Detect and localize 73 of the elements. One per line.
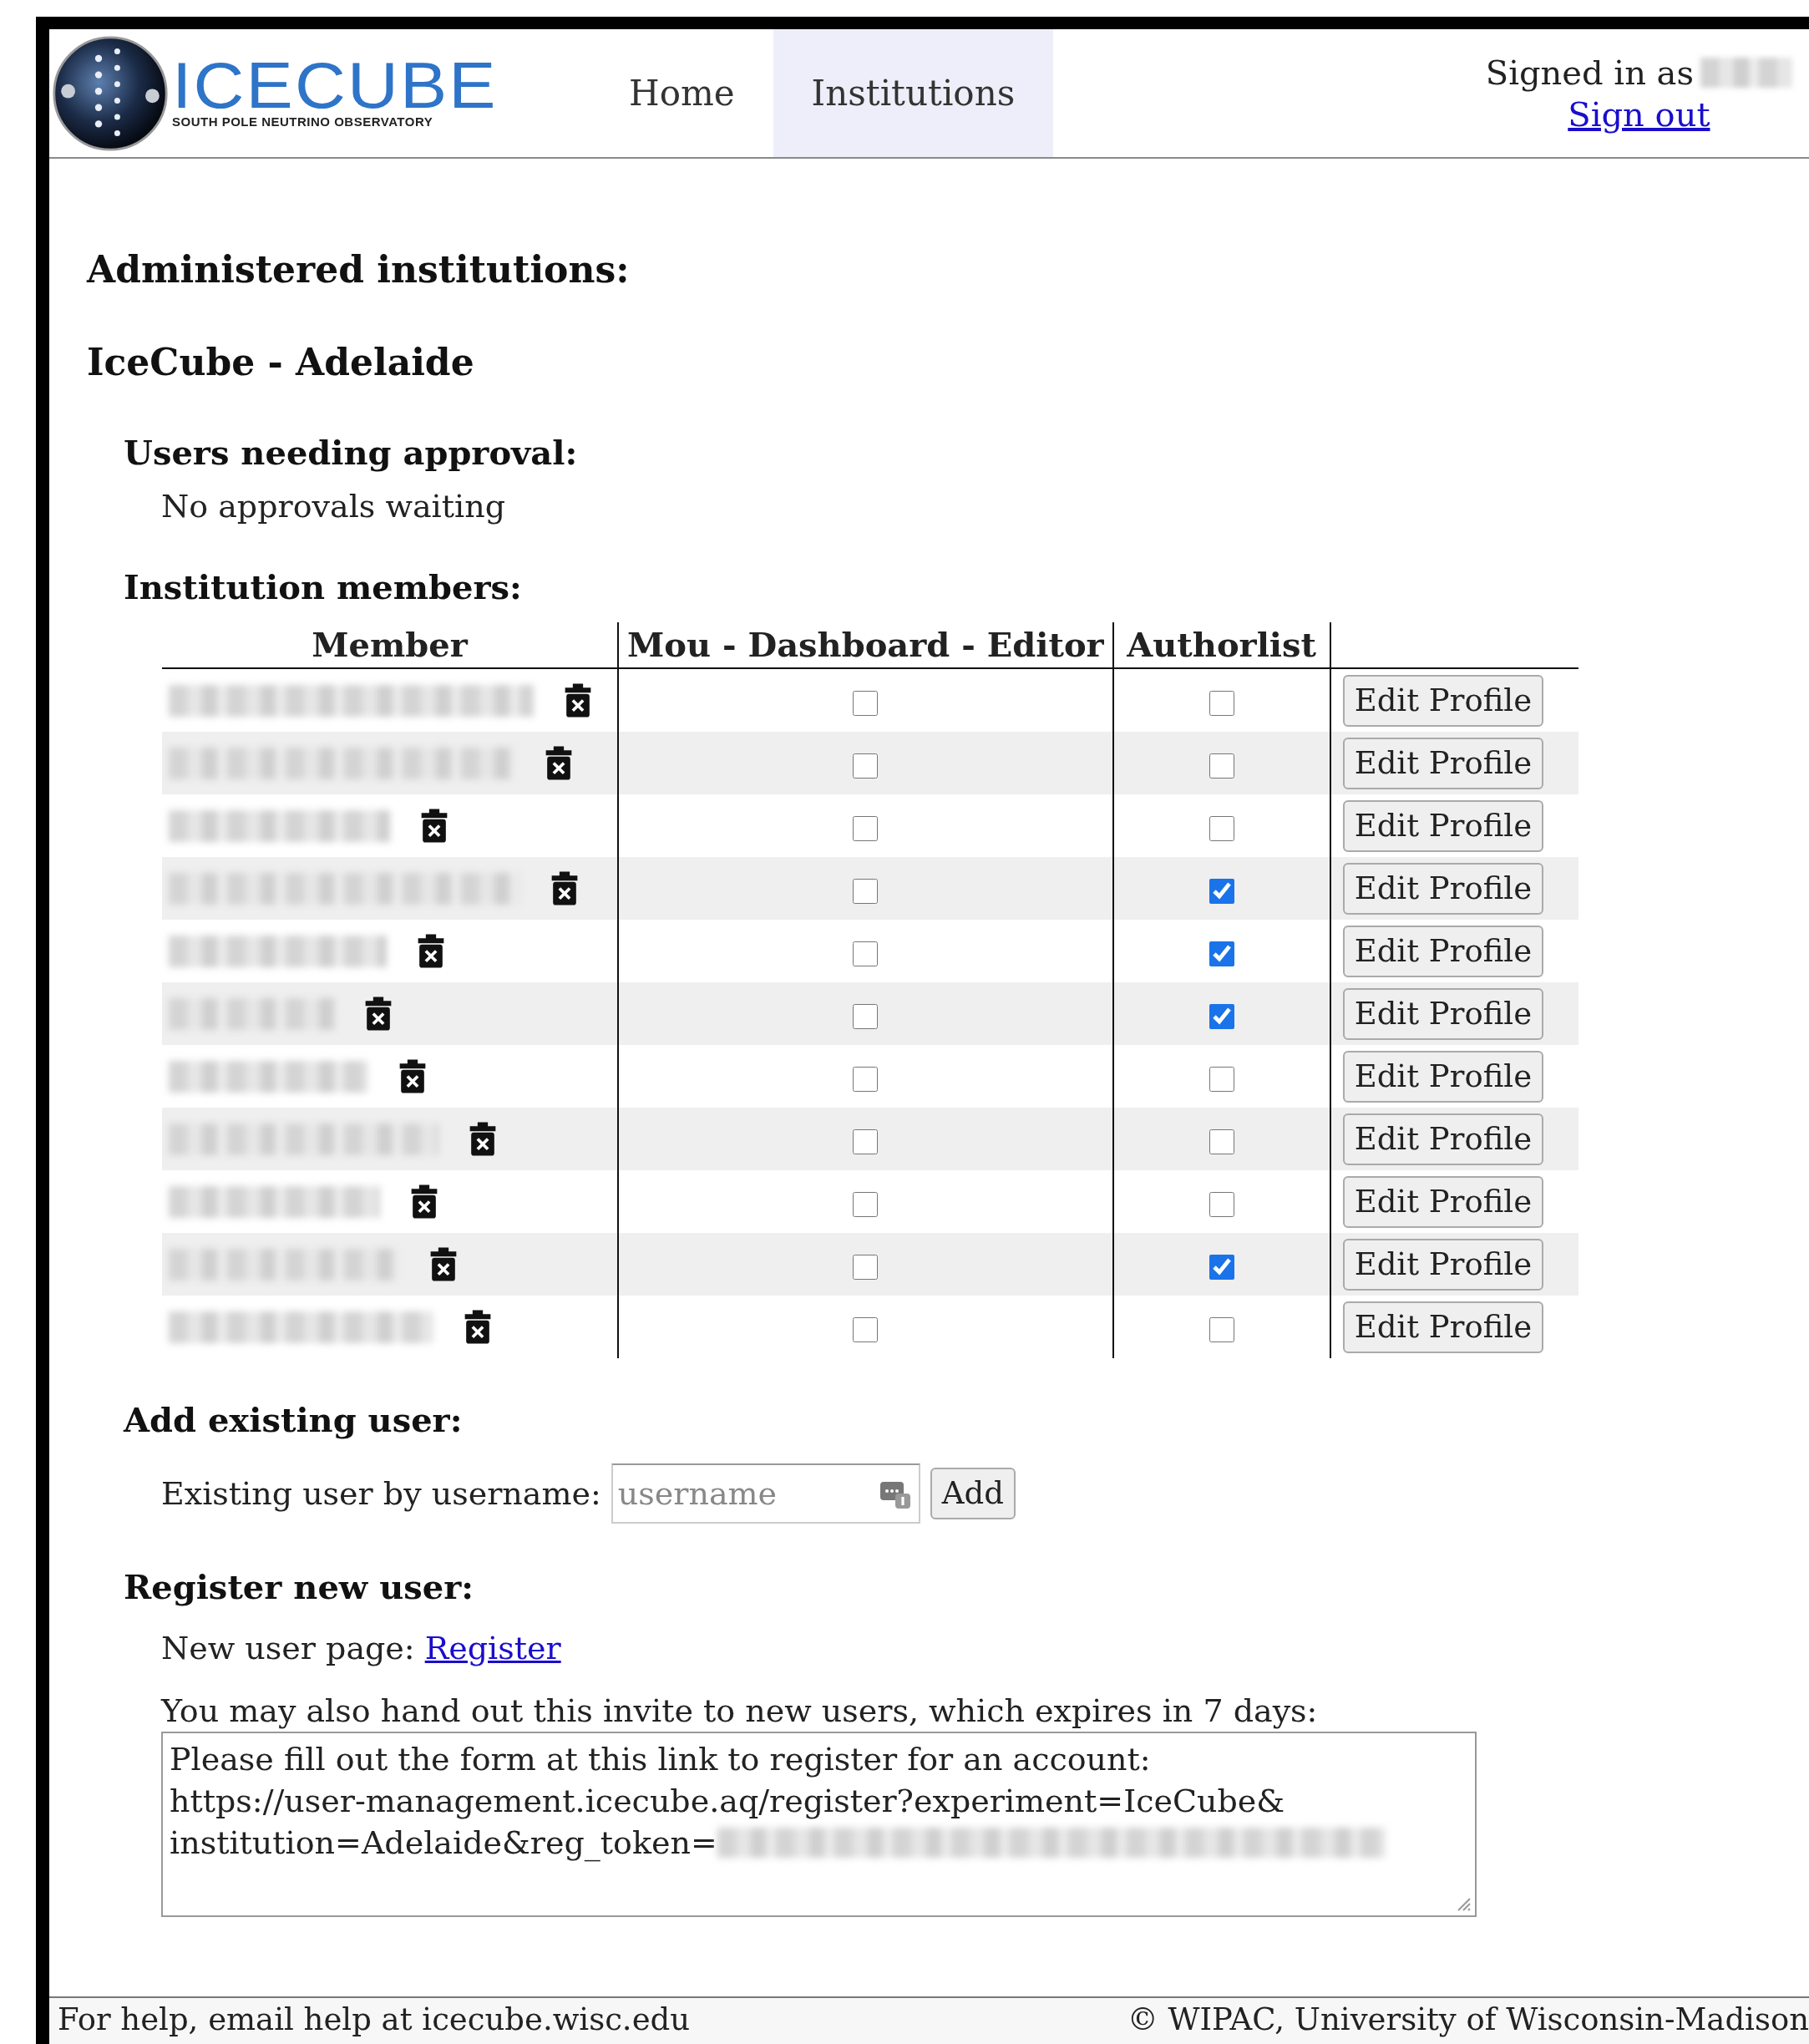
checkbox[interactable] xyxy=(853,1129,879,1154)
edit-profile-button[interactable]: Edit Profile xyxy=(1342,1238,1544,1291)
checkbox[interactable] xyxy=(1209,879,1234,904)
checkbox[interactable] xyxy=(1209,691,1234,716)
delete-icon[interactable] xyxy=(429,1246,458,1282)
column-header: Member xyxy=(162,622,618,668)
logo-sphere-icon xyxy=(52,34,169,152)
checkbox[interactable] xyxy=(853,1192,879,1217)
section-heading: Users needing approval: xyxy=(124,432,579,474)
checkbox[interactable] xyxy=(1209,1129,1234,1154)
checkbox[interactable] xyxy=(853,753,879,779)
edit-profile-button[interactable]: Edit Profile xyxy=(1342,862,1544,915)
delete-icon[interactable] xyxy=(398,1058,427,1094)
add-button[interactable]: Add xyxy=(930,1468,1016,1519)
section-heading: Institution members: xyxy=(124,566,523,608)
delete-icon[interactable] xyxy=(410,1184,438,1220)
edit-profile-button[interactable]: Edit Profile xyxy=(1342,1050,1544,1103)
delete-icon[interactable] xyxy=(464,1309,492,1345)
edit-profile-button[interactable]: Edit Profile xyxy=(1342,737,1544,789)
edit-profile-button[interactable]: Edit Profile xyxy=(1342,1301,1544,1353)
nav-tab[interactable]: Institutions xyxy=(773,29,1054,157)
checkbox[interactable] xyxy=(1209,941,1234,966)
register-link[interactable]: Register xyxy=(424,1627,561,1669)
delete-icon[interactable] xyxy=(550,870,579,906)
delete-icon[interactable] xyxy=(417,933,445,969)
invite-text-line: institution=Adelaide&reg_token= xyxy=(170,1823,717,1864)
copyright-text: © WIPAC, University of Wisconsin-Madison xyxy=(1127,2001,1809,2039)
checkbox[interactable] xyxy=(1209,1067,1234,1092)
edit-profile-button[interactable]: Edit Profile xyxy=(1342,925,1544,977)
checkbox[interactable] xyxy=(1209,753,1234,779)
delete-icon[interactable] xyxy=(564,682,592,718)
edit-profile-button[interactable]: Edit Profile xyxy=(1342,987,1544,1040)
column-header: Authorlist xyxy=(1112,622,1330,668)
delete-icon[interactable] xyxy=(364,996,393,1032)
invite-note: You may also hand out this invite to new users, which expires in 7 days: xyxy=(161,1691,1319,1731)
signed-in-label: Signed in as xyxy=(1485,52,1694,94)
checkbox[interactable] xyxy=(1209,816,1234,841)
institution-heading: IceCube - Adelaide xyxy=(87,340,475,385)
checkbox[interactable] xyxy=(853,816,879,841)
column-header: Mou - Dashboard - Editor xyxy=(618,622,1113,668)
field-label: New user page: xyxy=(161,1629,415,1668)
username-field[interactable]: username xyxy=(611,1463,920,1524)
checkbox[interactable] xyxy=(853,1317,879,1342)
edit-profile-button[interactable]: Edit Profile xyxy=(1342,674,1544,727)
checkbox[interactable] xyxy=(853,879,879,904)
logo-title: ICECUBE xyxy=(172,58,498,113)
delete-icon[interactable] xyxy=(545,745,573,781)
field-label: Existing user by username: xyxy=(161,1474,601,1514)
edit-profile-button[interactable]: Edit Profile xyxy=(1342,799,1544,852)
checkbox[interactable] xyxy=(1209,1192,1234,1217)
checkbox[interactable] xyxy=(853,691,879,716)
edit-profile-button[interactable]: Edit Profile xyxy=(1342,1175,1544,1228)
checkbox[interactable] xyxy=(853,1255,879,1280)
invite-text-line: Please fill out the form at this link to register for an account: xyxy=(170,1740,1152,1779)
checkbox[interactable] xyxy=(853,1004,879,1029)
checkbox[interactable] xyxy=(853,1067,879,1092)
invite-text-line: https://user-management.icecube.aq/register?experiment=IceCube& xyxy=(170,1782,1286,1821)
page-heading: Administered institutions: xyxy=(87,247,631,292)
invite-textarea[interactable]: Please fill out the form at this link to register for an account: https://user-management.icecube.aq/register?experiment=IceCube& institution=Adelaide&reg_token= xyxy=(161,1732,1477,1917)
help-text: For help, email help at icecube.wisc.edu xyxy=(58,2001,691,2039)
checkbox[interactable] xyxy=(1209,1004,1234,1029)
delete-icon[interactable] xyxy=(469,1121,497,1157)
empty-message: No approvals waiting xyxy=(160,487,506,526)
logo-subtitle: SOUTH POLE NEUTRINO OBSERVATORY xyxy=(172,114,434,129)
sign-out-link[interactable]: Sign out xyxy=(1568,93,1710,135)
edit-profile-button[interactable]: Edit Profile xyxy=(1342,1113,1544,1165)
checkbox[interactable] xyxy=(1209,1317,1234,1342)
checkbox[interactable] xyxy=(853,941,879,966)
nav-tab[interactable]: Home xyxy=(590,29,773,157)
checkbox[interactable] xyxy=(1209,1255,1234,1280)
delete-icon[interactable] xyxy=(420,808,448,844)
section-heading: Register new user: xyxy=(124,1566,475,1608)
section-heading: Add existing user: xyxy=(124,1399,464,1441)
